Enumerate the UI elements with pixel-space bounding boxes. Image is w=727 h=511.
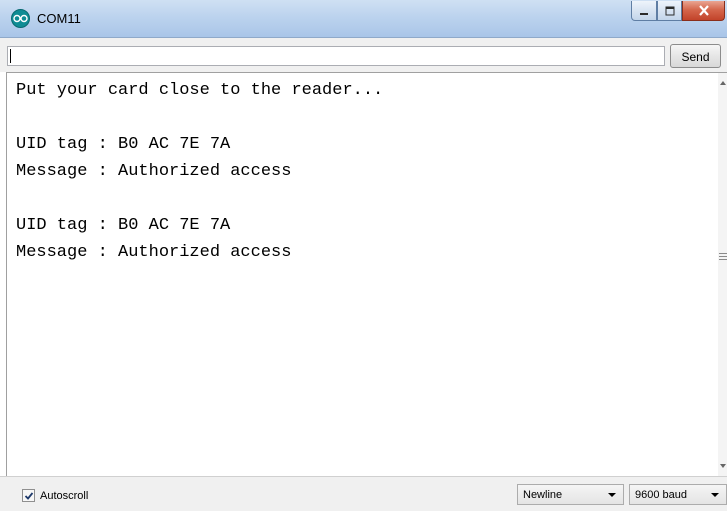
vertical-scrollbar[interactable] (718, 73, 727, 477)
output-line: Put your card close to the reader... (16, 81, 384, 100)
scroll-down-arrow-icon[interactable] (720, 464, 726, 468)
autoscroll-label: Autoscroll (40, 489, 89, 502)
chevron-down-icon (608, 493, 616, 497)
minimize-icon (640, 12, 648, 15)
arduino-icon (11, 9, 30, 28)
output-lines: Put your card close to the reader... UID… (16, 77, 706, 266)
autoscroll-toggle[interactable]: Autoscroll (22, 489, 88, 502)
output-line: UID tag : B0 AC 7E 7A (16, 216, 231, 235)
autoscroll-checkbox[interactable] (22, 489, 35, 502)
send-row: Send (0, 38, 727, 72)
baud-rate-select[interactable]: 9600 baud (629, 484, 727, 505)
text-caret (10, 49, 11, 63)
output-line: Message : Authorized access (16, 162, 292, 181)
output-line: UID tag : B0 AC 7E 7A (16, 135, 231, 154)
maximize-icon (665, 6, 674, 15)
close-button[interactable] (682, 1, 725, 21)
serial-input[interactable] (7, 46, 665, 66)
serial-output[interactable]: Put your card close to the reader... UID… (6, 72, 727, 477)
output-line: Message : Authorized access (16, 243, 292, 262)
bottom-bar: Autoscroll Newline 9600 baud (0, 476, 727, 511)
chevron-down-icon (711, 493, 719, 497)
infinity-icon (13, 14, 28, 23)
scroll-grip-icon[interactable] (719, 253, 727, 261)
window-title: COM11 (37, 11, 81, 26)
line-ending-value: Newline (523, 488, 563, 501)
send-button[interactable]: Send (670, 44, 721, 68)
minimize-button[interactable] (631, 1, 657, 21)
scroll-up-arrow-icon[interactable] (720, 81, 726, 85)
line-ending-select[interactable]: Newline (517, 484, 624, 505)
title-bar: COM11 (0, 0, 727, 38)
close-icon (698, 5, 709, 16)
checkmark-icon (24, 491, 33, 500)
maximize-button[interactable] (657, 1, 682, 21)
baud-rate-value: 9600 baud (635, 488, 687, 501)
